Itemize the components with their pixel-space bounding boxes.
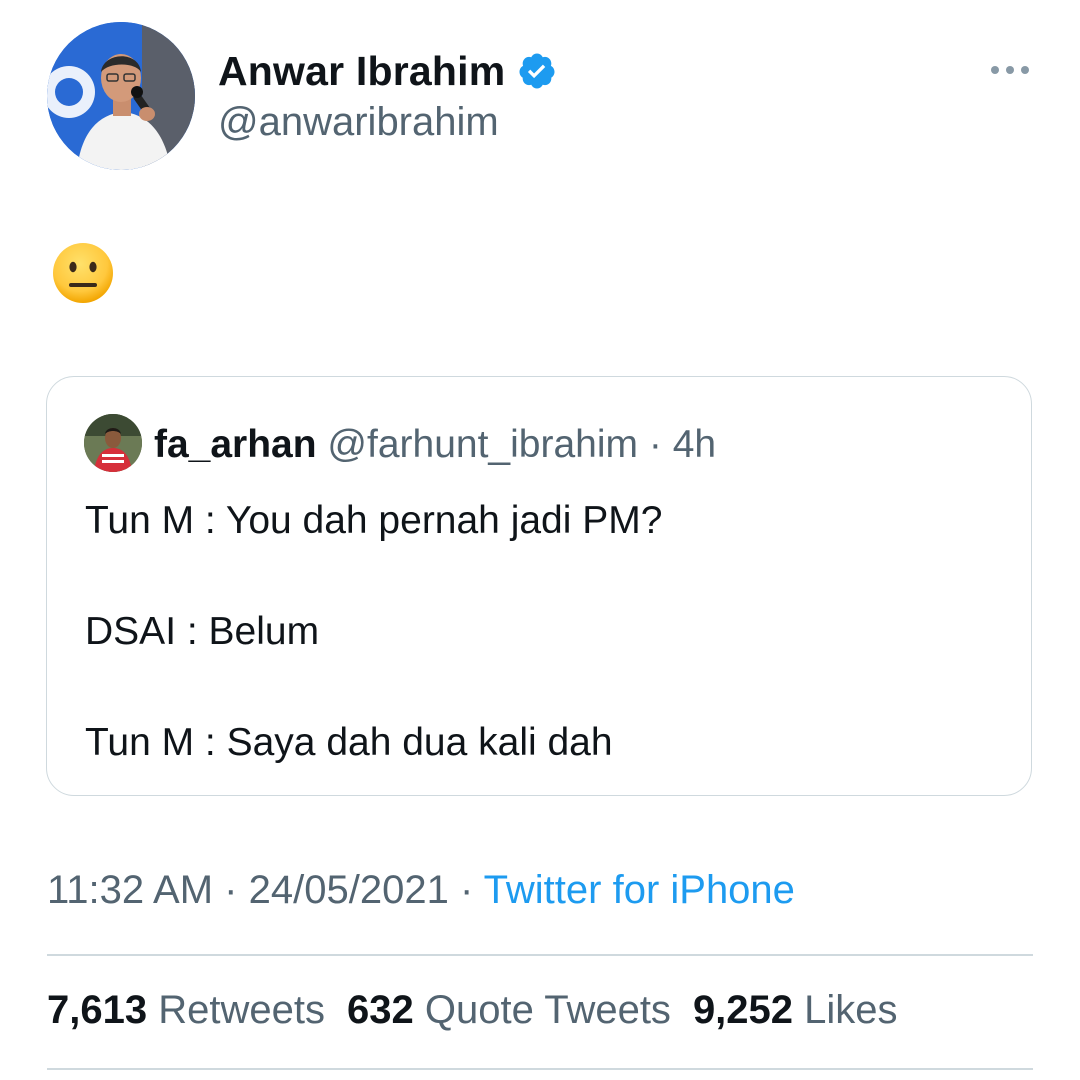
more-options-icon[interactable] [985,56,1035,84]
likes-stat[interactable]: 9,252 Likes [693,988,898,1032]
quoted-timestamp: 4h [672,423,717,466]
quoted-separator: · [648,423,662,466]
meta-separator-2: · [459,868,474,912]
author-avatar[interactable] [47,22,195,170]
verified-badge-icon [517,51,557,91]
retweets-count: 7,613 [47,988,148,1032]
tweet-time[interactable]: 11:32 AM [47,868,213,912]
author-handle[interactable]: @anwaribrahim [218,100,499,145]
retweets-stat[interactable]: 7,613 Retweets [47,988,325,1032]
tweet-stats: 7,613 Retweets 632 Quote Tweets 9,252 Like… [47,988,898,1033]
quoted-tweet-card[interactable]: fa_arhan @farhunt_ibrahim · 4h Tun M : Y… [46,376,1032,796]
likes-label: Likes [804,988,898,1032]
author-name-row[interactable]: Anwar Ibrahim [218,46,557,96]
author-display-name[interactable]: Anwar Ibrahim [218,48,505,95]
retweets-label: Retweets [158,988,325,1032]
tweet-source-link[interactable]: Twitter for iPhone [484,868,795,912]
meta-separator: · [224,868,238,912]
quoted-author-name[interactable]: fa_arhan [154,423,317,466]
quoted-author-handle[interactable]: @farhunt_ibrahim [327,423,638,466]
likes-count: 9,252 [692,988,794,1032]
tweet-meta: 11:32 AM · 24/05/2021 · Twitter for iPho… [47,868,795,913]
quote-tweets-stat[interactable]: 632 Quote Tweets [347,988,671,1032]
quoted-text-line-2: DSAI : Belum [85,610,320,653]
tweet-detail: Anwar Ibrahim @anwaribrahim fa_arhan @fa… [0,0,1080,1080]
tweet-date[interactable]: 24/05/2021 [249,868,449,912]
divider-bottom [47,1068,1033,1070]
neutral-face-emoji-icon [51,241,115,305]
quote-tweets-label: Quote Tweets [424,988,671,1032]
divider-top [47,954,1033,956]
quoted-text-line-1: Tun M : You dah pernah jadi PM? [85,499,663,542]
quoted-text-line-3: Tun M : Saya dah dua kali dah [85,721,613,764]
quoted-tweet-header: fa_arhan @farhunt_ibrahim · 4h [154,421,716,469]
quoted-author-avatar[interactable] [84,414,142,472]
quote-tweets-count: 632 [346,988,414,1032]
